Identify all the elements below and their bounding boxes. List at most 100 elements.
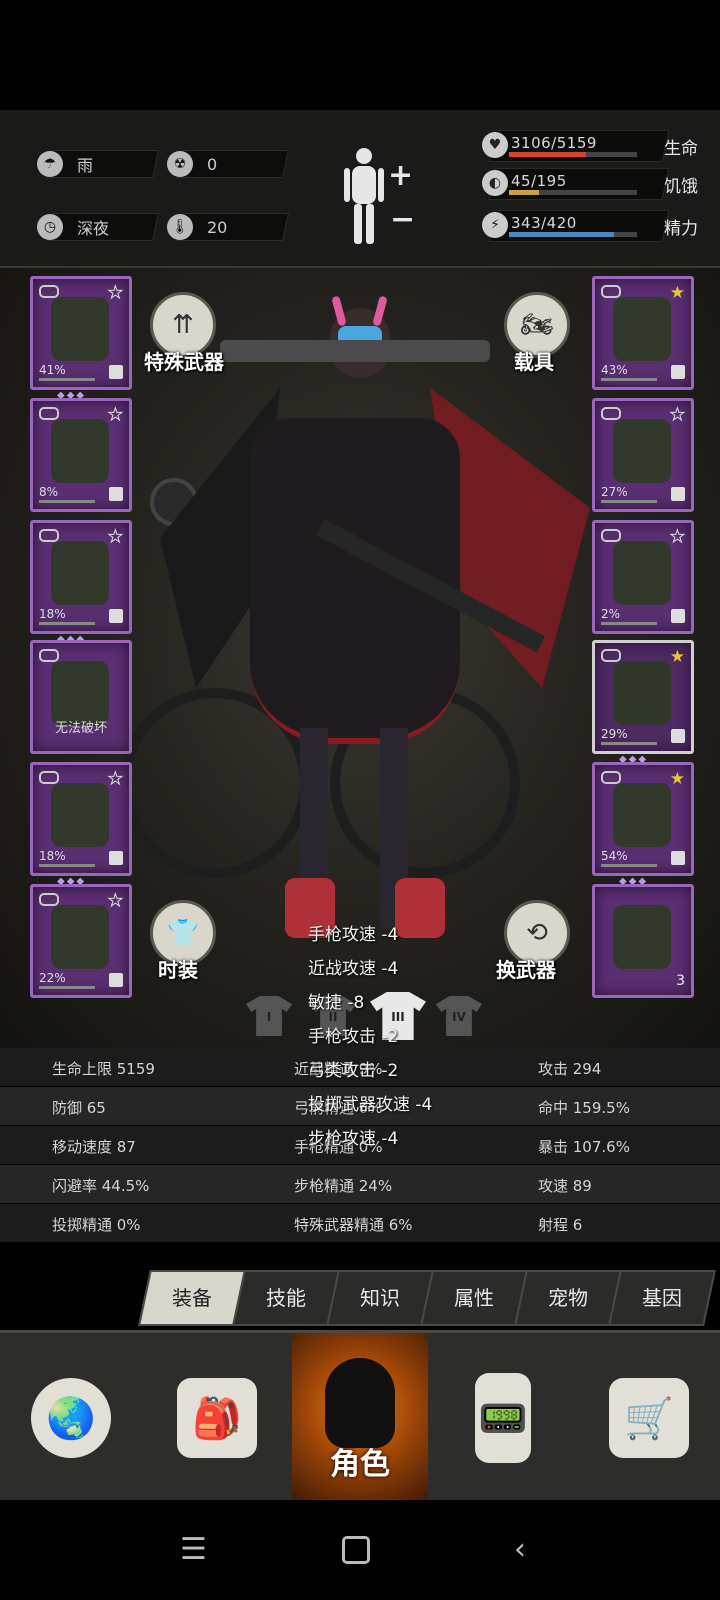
star-icon[interactable]: ★ (107, 891, 123, 912)
hunger-fill (509, 190, 539, 195)
slot-explosive[interactable]: 3 (592, 884, 694, 998)
boots-item-icon (51, 905, 109, 969)
link-icon (39, 529, 59, 542)
lock-icon[interactable] (109, 487, 123, 501)
body-status-icon[interactable] (344, 148, 384, 244)
menu-icon[interactable]: ☰ (180, 1532, 207, 1567)
nav-shop-button[interactable]: 🛒 (578, 1333, 720, 1503)
lock-icon[interactable] (671, 609, 685, 623)
star-icon[interactable]: ★ (670, 647, 685, 667)
backpack-status-text: 无法破坏 (54, 721, 107, 736)
durability-bar (601, 864, 657, 867)
slot-machete[interactable]: ★ 54% ◆◆◆ (592, 762, 694, 887)
tab-label: 技能 (266, 1286, 306, 1310)
star-icon[interactable]: ★ (107, 527, 123, 548)
outfit-set-1[interactable]: I (246, 996, 292, 1036)
link-icon (601, 407, 621, 420)
modifier-line: 敏捷 -8 (308, 993, 365, 1013)
tshirt-icon: 👕 (166, 918, 200, 948)
tab-0[interactable]: 装备 (138, 1270, 246, 1326)
energy-label: 精力 (664, 219, 698, 239)
durability-bar (601, 742, 657, 745)
weather-label: 雨 (77, 156, 94, 175)
nav-character-button[interactable]: 角色 (292, 1333, 428, 1503)
durability-bar (39, 500, 95, 503)
health-fill (509, 152, 587, 157)
nav-inventory-button[interactable]: 🎒 (146, 1333, 288, 1503)
vest-durability: 2% (601, 607, 621, 621)
stats-row: 投掷精通 0% 特殊武器精通 6% 射程 6 (0, 1204, 720, 1242)
lock-icon[interactable] (109, 973, 123, 987)
tab-3[interactable]: 属性 (420, 1270, 528, 1326)
durability-bar (39, 622, 95, 625)
star-icon[interactable]: ★ (107, 769, 123, 790)
shirt-item-icon (51, 419, 109, 483)
star-icon[interactable]: ★ (670, 283, 685, 303)
swap-arrows-icon: ⟲ (526, 918, 548, 948)
tab-label: 基因 (642, 1286, 682, 1310)
explosive-item-icon (613, 905, 671, 969)
durability-bar (39, 378, 95, 381)
slot-backpack[interactable]: 无法破坏 (30, 640, 132, 754)
character-head-icon (325, 1358, 395, 1448)
star-icon[interactable]: ★ (107, 283, 123, 304)
lock-icon[interactable] (671, 365, 685, 379)
lock-icon[interactable] (109, 851, 123, 865)
star-icon[interactable]: ★ (669, 405, 685, 426)
slot-helmet[interactable]: ★ 41% ◆◆◆ (30, 276, 132, 401)
star-icon[interactable]: ★ (107, 405, 123, 426)
special-weapon-label: 特殊武器 (144, 350, 224, 374)
temperature-value: 20 (207, 217, 228, 237)
gas-mask-item-icon (613, 419, 671, 483)
energy-bolt-icon: ⚡ (482, 212, 508, 238)
back-icon[interactable]: ‹ (514, 1532, 526, 1567)
rain-cloud-icon: ☂ (37, 151, 63, 177)
slot-goggles[interactable]: ★ 43% (592, 276, 694, 390)
tab-4[interactable]: 宠物 (514, 1270, 622, 1326)
health-value: 3106/5159 (511, 134, 597, 152)
tab-2[interactable]: 知识 (326, 1270, 434, 1326)
tab-1[interactable]: 技能 (232, 1270, 340, 1326)
stat-value: 移动速度 87 (52, 1138, 136, 1156)
goggles-item-icon (613, 297, 671, 361)
modifier-line: 投掷武器攻速 -4 (308, 1095, 433, 1115)
home-icon[interactable] (342, 1536, 370, 1564)
stat-value: 特殊武器精通 6% (294, 1216, 413, 1234)
nav-map-button[interactable]: 🌏 (0, 1333, 142, 1503)
durability-bar (601, 378, 657, 381)
weather-pill: ☂ 雨 (37, 150, 159, 178)
slot-shirt[interactable]: ★ 8% (30, 398, 132, 512)
nav-character-label: 角色 (330, 1447, 390, 1482)
modifier-line: 手枪攻速 -4 (308, 925, 399, 945)
star-icon[interactable]: ★ (669, 527, 685, 548)
slot-gas-mask[interactable]: ★ 27% (592, 398, 694, 512)
link-icon (39, 407, 59, 420)
lock-icon[interactable] (671, 487, 685, 501)
nav-radio-button[interactable]: 📟 (432, 1333, 574, 1503)
gas-mask-durability: 27% (601, 485, 628, 499)
radiation-value: 0 (207, 154, 218, 174)
slot-vest[interactable]: ★ 2% (592, 520, 694, 634)
system-navigation-bar: ☰ ‹ (0, 1500, 720, 1600)
tab-label: 装备 (172, 1286, 212, 1310)
motorcycle-icon: 🏍 (520, 310, 554, 340)
lock-icon[interactable] (109, 365, 123, 379)
slot-rifle[interactable]: ★ 29% ◆◆◆ (592, 640, 694, 765)
slot-jacket[interactable]: ★18%◆◆◆ (30, 520, 132, 645)
lock-icon[interactable] (671, 729, 685, 743)
vehicle-label: 载具 (514, 350, 554, 374)
slot-boots[interactable]: ★ 22% (30, 884, 132, 998)
status-panel: ☂ 雨 ☢ 0 ◷ 深夜 🌡 20 + − 3106/5159 ♥ 生命 45/195 ◐ 饥饿 3… (0, 110, 720, 268)
lock-icon[interactable] (671, 851, 685, 865)
rocket-icon: ⇈ (172, 310, 194, 340)
star-icon[interactable]: ★ (670, 769, 685, 789)
modifier-popup: 手枪攻速 -4 近战攻速 -4 敏捷 -8 手枪攻击 -2 弓类攻击 -2 投掷武器攻速 … (308, 920, 508, 1160)
modifier-line: 近战攻速 -4 (308, 959, 399, 979)
explosive-count: 3 (676, 973, 685, 989)
slot-pants[interactable]: ★ 18% ◆◆◆ (30, 762, 132, 887)
hunger-label: 饥饿 (664, 177, 698, 197)
tab-5[interactable]: 基因 (608, 1270, 716, 1326)
backpack-icon: 🎒 (177, 1378, 257, 1458)
lock-icon[interactable] (109, 609, 123, 623)
link-icon (601, 771, 621, 784)
